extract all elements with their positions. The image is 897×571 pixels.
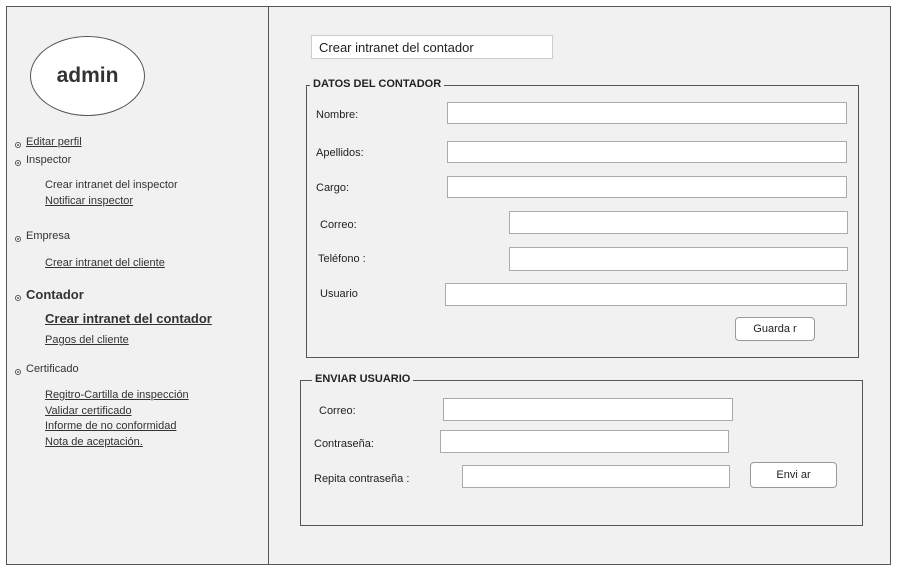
enviar-usuario-legend: ENVIAR USUARIO: [312, 373, 414, 385]
nav-section-certificado: Certificado: [26, 363, 79, 375]
repita-contrasena-label: Repita contraseña :: [314, 473, 410, 485]
nav-item-crear-intranet-inspector[interactable]: Crear intranet del inspector: [45, 179, 178, 191]
nav-item-notificar-inspector[interactable]: Notificar inspector: [45, 195, 133, 207]
nav-item-nota-aceptacion[interactable]: Nota de aceptación.: [45, 436, 143, 448]
usuario-label: Usuario: [320, 288, 358, 300]
nav-section-inspector: Inspector: [26, 154, 72, 166]
bullet-icon: [15, 236, 21, 242]
nombre-input[interactable]: [447, 102, 847, 124]
bullet-icon: [15, 295, 21, 301]
telefono-label: Teléfono :: [318, 253, 366, 265]
datos-contador-legend: DATOS DEL CONTADOR: [310, 78, 445, 90]
cargo-label: Cargo:: [316, 182, 350, 194]
page-title: Crear intranet del contador: [311, 35, 553, 59]
enviar-button[interactable]: Envi ar: [750, 462, 837, 488]
telefono-input[interactable]: [509, 247, 848, 271]
repita-contrasena-input[interactable]: [462, 465, 730, 488]
usuario-input[interactable]: [445, 283, 847, 306]
nav-item-pagos-cliente[interactable]: Pagos del cliente: [45, 334, 129, 346]
nav-item-crear-intranet-contador[interactable]: Crear intranet del contador: [45, 311, 212, 326]
guardar-button[interactable]: Guarda r: [735, 317, 815, 341]
apellidos-input[interactable]: [447, 141, 847, 163]
avatar[interactable]: admin: [30, 36, 145, 116]
nav-item-registro-cartilla[interactable]: Regitro-Cartilla de inspección: [45, 389, 189, 401]
contrasena-label: Contraseña:: [314, 438, 374, 450]
nav-section-empresa: Empresa: [26, 230, 71, 242]
bullet-icon: [15, 142, 21, 148]
contrasena-input[interactable]: [440, 430, 729, 453]
nav-item-validar-certificado[interactable]: Validar certificado: [45, 405, 132, 417]
sidebar-divider: [268, 6, 269, 565]
nav-section-contador: Contador: [26, 287, 84, 302]
enviar-correo-label: Correo:: [319, 405, 356, 417]
nav-item-crear-intranet-cliente[interactable]: Crear intranet del cliente: [45, 257, 165, 269]
bullet-icon: [15, 369, 21, 375]
cargo-input[interactable]: [447, 176, 847, 198]
enviar-correo-input[interactable]: [443, 398, 733, 421]
correo-label: Correo:: [320, 219, 357, 231]
apellidos-label: Apellidos:: [316, 147, 364, 159]
nombre-label: Nombre:: [316, 109, 359, 121]
nav-item-informe-no-conformidad[interactable]: Informe de no conformidad: [45, 420, 176, 432]
bullet-icon: [15, 160, 21, 166]
correo-input[interactable]: [509, 211, 848, 234]
nav-editar-perfil[interactable]: Editar perfil: [26, 136, 82, 148]
